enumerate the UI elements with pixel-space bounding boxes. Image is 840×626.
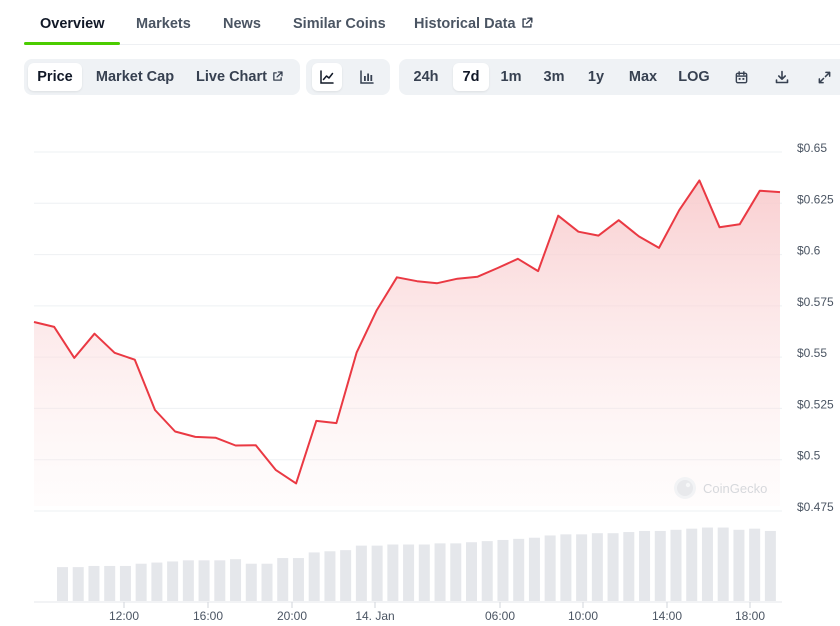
price-area bbox=[34, 180, 780, 506]
y-tick-label: $0.575 bbox=[797, 295, 834, 309]
log-scale-button[interactable]: LOG bbox=[673, 63, 715, 91]
volume-bar bbox=[481, 541, 493, 601]
volume-bar bbox=[230, 559, 242, 601]
volume-bar bbox=[57, 567, 68, 601]
volume-bar bbox=[88, 565, 100, 601]
live-chart-label: Live Chart bbox=[196, 69, 267, 85]
tab-similar-coins[interactable]: Similar Coins bbox=[293, 16, 386, 32]
volume-bar bbox=[576, 534, 588, 601]
volume-bar bbox=[544, 535, 556, 601]
x-tick-label: 16:00 bbox=[193, 609, 223, 623]
y-tick-label: $0.625 bbox=[797, 192, 834, 206]
volume-bar bbox=[371, 545, 383, 601]
volume-bar bbox=[182, 560, 194, 601]
volume-bar bbox=[245, 563, 257, 601]
tab-historical-data[interactable]: Historical Data bbox=[414, 16, 534, 32]
range-group: 24h 7d 1m 3m 1y Max LOG bbox=[399, 59, 840, 95]
calendar-icon[interactable] bbox=[726, 63, 756, 91]
view-toggle-group: Price Market Cap Live Chart bbox=[24, 59, 300, 95]
volume-bar bbox=[135, 563, 147, 601]
volume-bar bbox=[560, 534, 572, 601]
y-tick-label: $0.6 bbox=[797, 244, 821, 258]
volume-bar bbox=[403, 544, 415, 601]
x-tick-label: 12:00 bbox=[109, 609, 139, 623]
volume-bar bbox=[119, 565, 131, 601]
volume-bar bbox=[418, 544, 430, 601]
x-tick-label: 06:00 bbox=[485, 609, 515, 623]
y-tick-label: $0.65 bbox=[797, 141, 827, 155]
volume-bar bbox=[717, 527, 729, 601]
volume-bar bbox=[277, 558, 289, 601]
volume-bar bbox=[387, 544, 399, 601]
volume-bar bbox=[434, 543, 446, 601]
external-link-icon bbox=[273, 71, 283, 81]
tab-markets[interactable]: Markets bbox=[136, 16, 191, 32]
range-7d-button[interactable]: 7d bbox=[453, 63, 489, 91]
volume-bar bbox=[733, 529, 745, 601]
market-cap-button[interactable]: Market Cap bbox=[86, 63, 184, 91]
x-tick-label: 14. Jan bbox=[355, 609, 394, 623]
range-1y-button[interactable]: 1y bbox=[581, 63, 611, 91]
volume-bar bbox=[701, 527, 713, 601]
coingecko-watermark: CoinGecko bbox=[674, 477, 767, 499]
volume-bar bbox=[466, 542, 478, 601]
x-tick-label: 18:00 bbox=[735, 609, 765, 623]
volume-bar bbox=[324, 551, 336, 601]
chart-style-group bbox=[306, 59, 390, 95]
volume-bar bbox=[167, 561, 179, 601]
volume-bar bbox=[764, 530, 776, 601]
volume-bar bbox=[654, 530, 666, 601]
range-1m-button[interactable]: 1m bbox=[495, 63, 527, 91]
x-tick-label: 14:00 bbox=[652, 609, 682, 623]
y-tick-label: $0.475 bbox=[797, 500, 834, 514]
volume-bar bbox=[623, 532, 635, 601]
volume-bar bbox=[513, 538, 525, 601]
y-tick-label: $0.525 bbox=[797, 397, 834, 411]
tab-historical-data-label: Historical Data bbox=[414, 16, 516, 32]
volume-bar bbox=[261, 563, 273, 601]
active-tab-indicator bbox=[24, 42, 120, 45]
volume-bar bbox=[591, 533, 603, 601]
volume-bar bbox=[198, 560, 210, 601]
volume-bar bbox=[528, 537, 540, 601]
volume-bar bbox=[497, 539, 509, 601]
x-tick-label: 20:00 bbox=[277, 609, 307, 623]
volume-bar bbox=[104, 565, 116, 601]
tab-overview[interactable]: Overview bbox=[40, 16, 105, 32]
y-tick-label: $0.5 bbox=[797, 449, 821, 463]
candlestick-chart-icon[interactable] bbox=[352, 63, 382, 91]
volume-bar bbox=[686, 528, 698, 601]
volume-bar bbox=[72, 567, 84, 601]
external-link-icon bbox=[521, 17, 533, 28]
x-tick-label: 10:00 bbox=[568, 609, 598, 623]
volume-bar bbox=[749, 528, 761, 601]
watermark-text: CoinGecko bbox=[703, 481, 767, 496]
range-3m-button[interactable]: 3m bbox=[537, 63, 571, 91]
volume-bar bbox=[340, 550, 352, 601]
price-line bbox=[33, 179, 781, 485]
volume-bar bbox=[607, 533, 619, 601]
range-24h-button[interactable]: 24h bbox=[405, 63, 447, 91]
tab-news[interactable]: News bbox=[223, 16, 261, 32]
volume-bar bbox=[308, 552, 320, 601]
live-chart-button[interactable]: Live Chart bbox=[188, 63, 292, 91]
volume-bar bbox=[292, 558, 304, 601]
fullscreen-icon[interactable] bbox=[809, 63, 839, 91]
coin-tabs: Overview Markets News Similar Coins Hist… bbox=[24, 0, 840, 45]
y-tick-label: $0.55 bbox=[797, 346, 827, 360]
download-icon[interactable] bbox=[767, 63, 797, 91]
price-button[interactable]: Price bbox=[28, 63, 82, 91]
line-chart-icon[interactable] bbox=[312, 63, 342, 91]
volume-bar bbox=[450, 543, 462, 601]
volume-bar bbox=[639, 530, 651, 601]
volume-bar bbox=[214, 560, 226, 601]
volume-bar bbox=[355, 545, 367, 601]
volume-bar bbox=[151, 562, 163, 601]
range-max-button[interactable]: Max bbox=[621, 63, 665, 91]
volume-bar bbox=[670, 529, 682, 601]
